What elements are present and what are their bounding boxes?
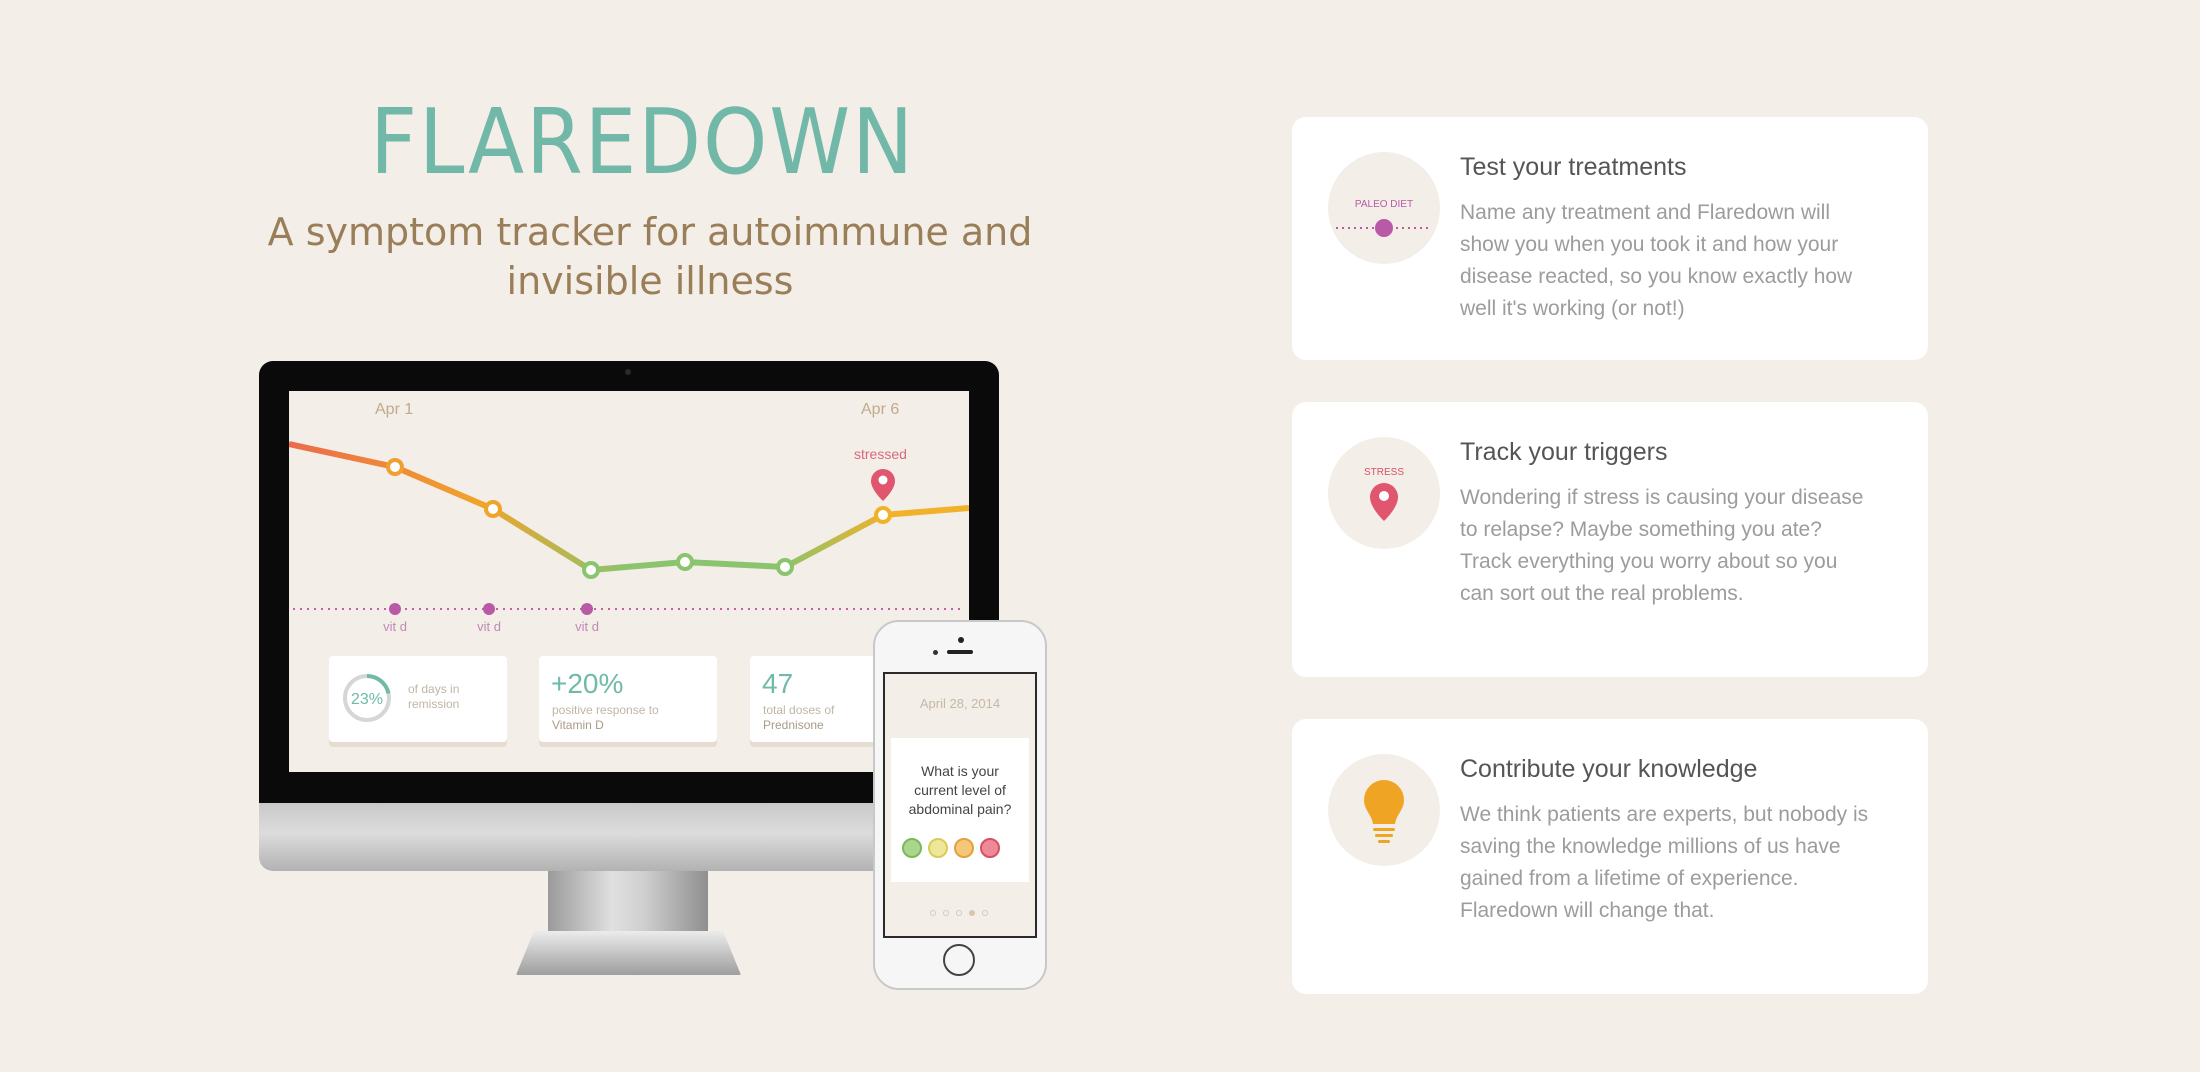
stat-caption: positive response to Vitamin D — [552, 703, 659, 732]
face-happy-icon[interactable] — [902, 838, 922, 858]
tagline-line-1: A symptom tracker for autoimmune and — [267, 210, 1033, 254]
question-text: What is your current level of abdominal … — [908, 763, 1012, 817]
feature-title: Track your triggers — [1460, 438, 1668, 466]
phone-speaker — [947, 650, 973, 654]
treatment-dot — [581, 603, 593, 615]
stat-card-vitamin-d: +20% positive response to Vitamin D — [539, 656, 717, 742]
treatment-dot — [389, 603, 401, 615]
feature-description: Name any treatment and Flaredown will sh… — [1460, 201, 1853, 320]
chart-point — [676, 553, 694, 571]
phone-sensor — [933, 650, 938, 655]
icon-label: STRESS — [1364, 467, 1404, 478]
logo-text: FLAREDOWN — [370, 92, 915, 182]
page-tagline: A symptom tracker for autoimmune and inv… — [240, 208, 1060, 306]
chart-point — [776, 558, 794, 576]
treatment-label: vit d — [477, 619, 501, 634]
treatment-label: vit d — [383, 619, 407, 634]
feature-description: We think patients are experts, but nobod… — [1460, 803, 1869, 922]
chart-point — [386, 458, 404, 476]
stat-value: 23% — [351, 691, 383, 708]
treatment-label: vit d — [575, 619, 599, 634]
mobile-phone: April 28, 2014 What is your current leve… — [873, 620, 1047, 990]
phone-screen: April 28, 2014 What is your current leve… — [883, 672, 1037, 938]
treatment-dot — [483, 603, 495, 615]
question-card: What is your current level of abdominal … — [891, 738, 1029, 882]
stat-caption: total doses of Prednisone — [763, 703, 835, 732]
date-end-label: Apr 6 — [861, 401, 899, 418]
stat-caption: of days in remission — [408, 682, 460, 711]
phone-home-button — [943, 944, 975, 976]
chart-point — [484, 500, 502, 518]
phone-camera — [958, 637, 964, 643]
trigger-pin-icon — [871, 469, 895, 501]
feature-card-knowledge: Contribute your knowledge We think patie… — [1292, 719, 1928, 994]
stress-pin-icon: STRESS — [1328, 437, 1440, 549]
stat-value: 47 — [762, 668, 794, 699]
face-sad-icon[interactable] — [954, 838, 974, 858]
feature-card-triggers: STRESS Track your triggers Wondering if … — [1292, 402, 1928, 677]
phone-date: April 28, 2014 — [919, 696, 1001, 711]
monitor-screen: Apr 1 Apr 6 stressed vit d vit d vit d 2… — [289, 391, 969, 772]
stat-card-remission: 23% of days in remission — [329, 656, 507, 742]
face-pain-icon[interactable] — [980, 838, 1000, 858]
face-neutral-icon[interactable] — [928, 838, 948, 858]
monitor-camera — [625, 369, 631, 375]
monitor-stand — [516, 931, 741, 975]
feature-title: Test your treatments — [1460, 153, 1687, 181]
tagline-line-2: invisible illness — [506, 259, 794, 303]
trigger-label: stressed — [854, 446, 907, 462]
feature-description: Wondering if stress is causing your dise… — [1460, 486, 1864, 605]
paleo-diet-icon: PALEO DIET — [1328, 152, 1440, 264]
date-start-label: Apr 1 — [375, 401, 413, 418]
feature-card-treatments: PALEO DIET Test your treatments Name any… — [1292, 117, 1928, 360]
icon-label: PALEO DIET — [1355, 199, 1413, 210]
flaredown-logo[interactable]: FLAREDOWN — [370, 92, 940, 182]
monitor-neck — [548, 871, 708, 931]
pain-rating-faces — [902, 838, 1000, 858]
stat-value: +20% — [551, 668, 624, 699]
remission-ring: 23% — [343, 674, 391, 722]
chart-point — [582, 561, 600, 579]
chart-point — [874, 506, 892, 524]
page-indicator — [930, 910, 988, 916]
feature-title: Contribute your knowledge — [1460, 755, 1758, 783]
lightbulb-icon — [1328, 754, 1440, 866]
